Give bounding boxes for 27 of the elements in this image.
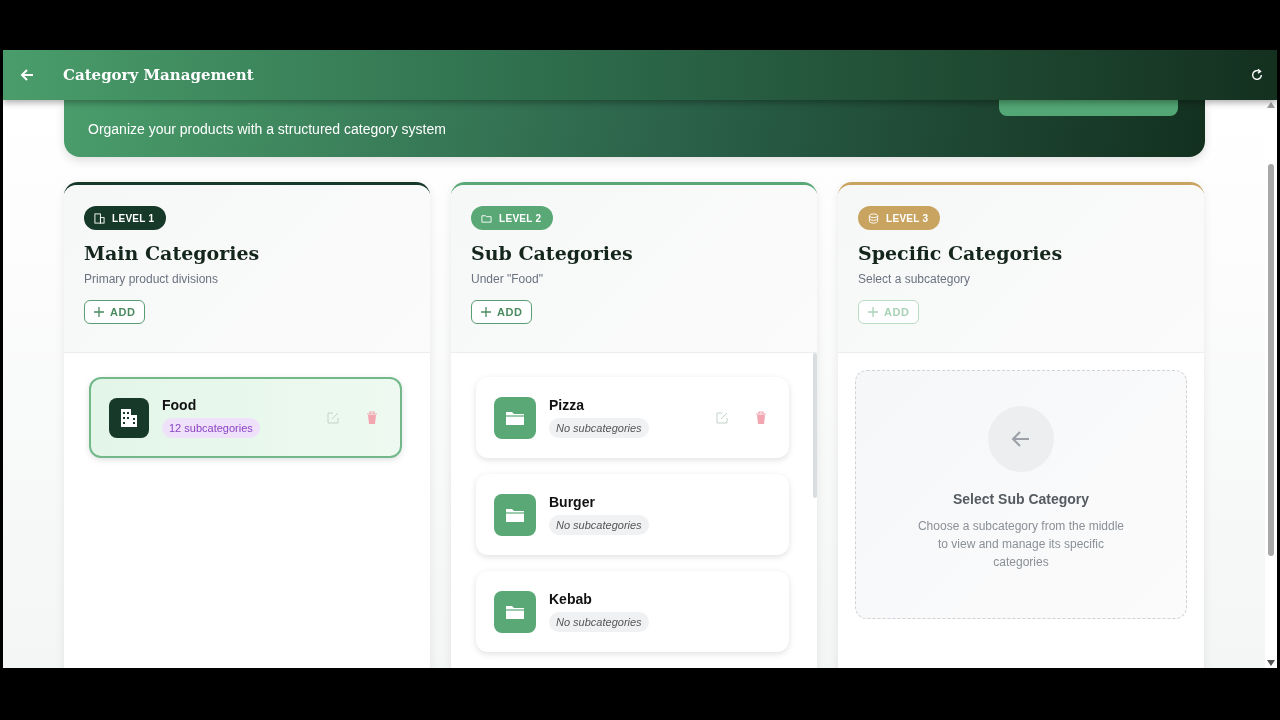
add-button[interactable]: ADD (84, 300, 146, 324)
app-title: Category Management (63, 66, 254, 84)
column-subtitle: Primary product divisions (84, 272, 220, 286)
category-item[interactable]: Pizza No subcategories (476, 377, 789, 458)
empty-state-title: Select Sub Category (952, 491, 1090, 507)
item-name: Kebab (549, 591, 592, 607)
category-item[interactable]: Kebab No subcategories (476, 571, 789, 652)
column-subtitle: Under "Food" (471, 272, 544, 286)
subcategory-count: No subcategories (549, 418, 649, 438)
banner-subtitle: Organize your products with a structured category system (88, 120, 446, 137)
item-name: Burger (549, 494, 595, 510)
category-item[interactable]: Burger No subcategories (476, 474, 789, 555)
item-name: Food (162, 397, 197, 413)
subcategory-count: 12 subcategories (162, 418, 260, 438)
column-title: Sub Categories (471, 242, 634, 264)
column-title: Main Categories (84, 242, 261, 264)
level-label: LEVEL 1 (112, 212, 155, 224)
column-title: Specific Categories (858, 242, 1064, 264)
level-label: LEVEL 3 (886, 212, 929, 224)
subcategory-count: No subcategories (549, 612, 649, 632)
subcategory-count: No subcategories (549, 515, 649, 535)
category-item[interactable]: Food 12 subcategories (89, 377, 402, 458)
level-label: LEVEL 2 (499, 212, 542, 224)
column-subtitle: Select a subcategory (858, 272, 972, 286)
add-button[interactable]: ADD (471, 300, 533, 324)
empty-state-text: Choose a subcategory from the middle to view and manage its specific categories (916, 518, 1126, 571)
item-name: Pizza (549, 397, 584, 413)
